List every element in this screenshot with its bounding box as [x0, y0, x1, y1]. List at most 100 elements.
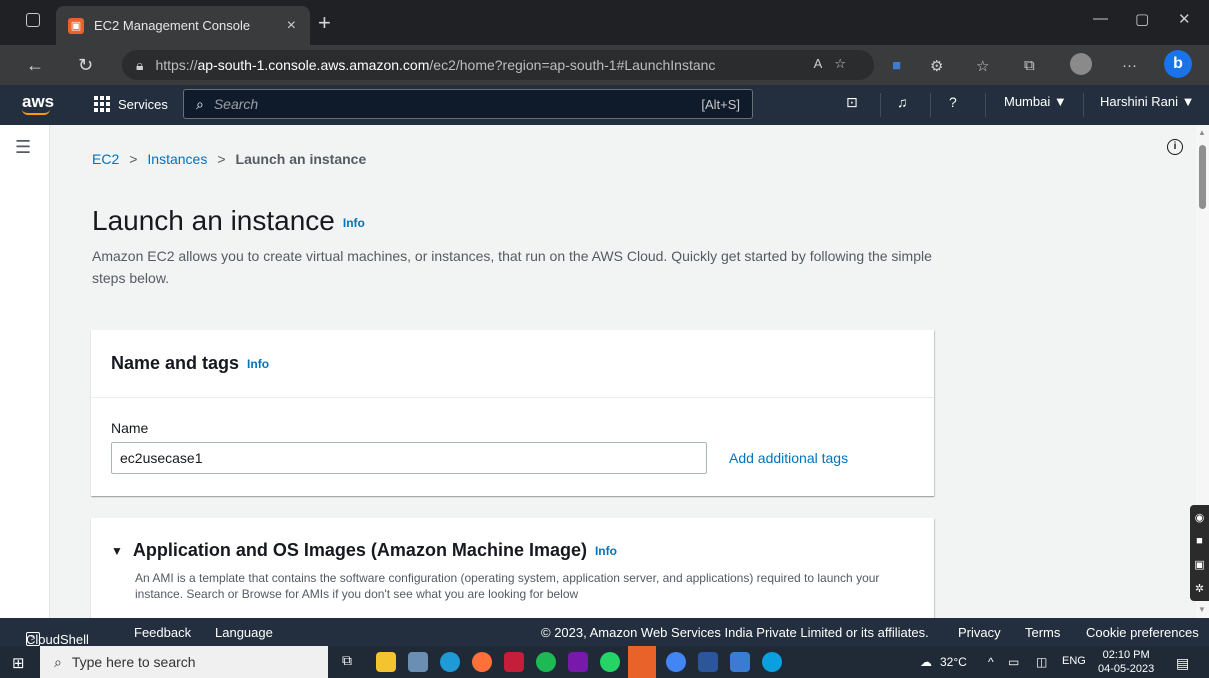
name-input[interactable] — [111, 442, 707, 474]
url-input[interactable]: 🔒︎ https://ap-south-1.console.aws.amazon… — [122, 50, 874, 80]
spotify-icon[interactable] — [536, 652, 556, 672]
caret-down-icon: ▼ — [111, 543, 123, 558]
file-explorer-icon[interactable] — [376, 652, 396, 672]
more-icon[interactable]: ··· — [1122, 57, 1137, 74]
network-app-icon[interactable] — [730, 652, 750, 672]
video-icon[interactable]: ■ — [1196, 535, 1203, 547]
maximize-icon[interactable]: ▢ — [1135, 10, 1149, 28]
ami-info-link[interactable]: Info — [595, 544, 617, 558]
add-additional-tags-link[interactable]: Add additional tags — [729, 450, 848, 466]
name-and-tags-panel: Name and tags Info Name Add additional t… — [91, 330, 934, 496]
aws-search-input[interactable]: ⌕ Search [Alt+S] — [183, 89, 753, 119]
taskbar-clock[interactable]: 02:10 PM 04-05-2023 — [1098, 648, 1154, 676]
temperature-text[interactable]: 32°C — [940, 655, 967, 669]
name-field-label: Name — [111, 420, 149, 436]
notifications-icon[interactable]: ▤ — [1176, 655, 1189, 672]
bing-icon[interactable]: b — [1164, 50, 1192, 78]
search-icon: ⌕ — [196, 95, 204, 112]
extension-icon[interactable]: ■ — [892, 57, 901, 74]
ami-title: Application and OS Images (Amazon Machin… — [132, 540, 587, 560]
privacy-link[interactable]: Privacy — [958, 625, 1001, 640]
new-tab-icon[interactable]: + — [318, 10, 331, 36]
collections-icon[interactable]: ⧉ — [1024, 57, 1035, 74]
help-icon[interactable]: ? — [949, 94, 957, 110]
page-description: Amazon EC2 allows you to create virtual … — [92, 248, 932, 286]
breadcrumb-ec2[interactable]: EC2 — [92, 151, 119, 167]
breadcrumb-instances[interactable]: Instances — [147, 151, 207, 167]
search-shortcut: [Alt+S] — [701, 96, 740, 112]
tab-actions-icon[interactable] — [26, 13, 40, 27]
user-menu[interactable]: Harshini Rani ▼ — [1100, 94, 1195, 109]
scroll-up-icon[interactable]: ▲ — [1198, 128, 1206, 137]
profile-avatar[interactable] — [1070, 53, 1092, 75]
side-navigation: ☰ — [0, 125, 50, 618]
extensions-puzzle-icon[interactable]: ⚙ — [930, 57, 943, 75]
scroll-thumb[interactable] — [1199, 145, 1206, 209]
help-app-icon[interactable] — [762, 652, 782, 672]
name-and-tags-title: Name and tags — [111, 353, 240, 373]
settings-gear-icon[interactable]: ✲ — [1195, 582, 1204, 595]
windows-start-icon[interactable]: ⊞ — [12, 654, 25, 672]
read-aloud-icon[interactable]: A☆ — [814, 56, 858, 72]
search-icon: ⌕ — [54, 653, 62, 670]
breadcrumb-current: Launch an instance — [235, 151, 367, 167]
quick-access-icon[interactable] — [628, 646, 656, 678]
name-tags-info-link[interactable]: Info — [247, 357, 269, 371]
onenote-icon[interactable] — [568, 652, 588, 672]
taskbar-search-placeholder: Type here to search — [71, 654, 196, 670]
wps-icon[interactable] — [504, 652, 524, 672]
language-indicator[interactable]: ENG — [1062, 655, 1086, 667]
browser-tab-bar: ▣ EC2 Management Console × + — ▢ ✕ — [0, 0, 1209, 45]
aws-favicon-icon: ▣ — [68, 17, 84, 34]
search-placeholder: Search — [213, 96, 259, 112]
breadcrumb-chevron-icon: > — [217, 151, 226, 167]
network-icon[interactable]: ◫ — [1036, 655, 1047, 669]
app-icon[interactable] — [408, 652, 428, 672]
hamburger-menu-icon[interactable]: ☰ — [15, 137, 31, 158]
breadcrumb: EC2 > Instances > Launch an instance — [92, 151, 366, 167]
page-info-link[interactable]: Info — [343, 216, 365, 230]
page-title: Launch an instance Info — [92, 205, 365, 236]
language-link[interactable]: Language — [215, 625, 273, 640]
lock-icon: 🔒︎ — [136, 56, 144, 73]
ami-panel-toggle[interactable]: ▼ Application and OS Images (Amazon Mach… — [111, 540, 617, 561]
tab-close-icon[interactable]: × — [287, 17, 296, 35]
tab-title: EC2 Management Console — [94, 18, 251, 33]
edge-icon[interactable] — [440, 652, 460, 672]
cloudshell-icon[interactable]: ⊡ — [846, 94, 858, 111]
battery-icon[interactable]: ▭ — [1008, 655, 1019, 669]
taskbar-search-input[interactable]: ⌕ Type here to search — [40, 646, 328, 678]
firefox-icon[interactable] — [472, 652, 492, 672]
info-panel-icon[interactable]: i — [1167, 139, 1183, 155]
console-footer: > CloudShell Feedback Language © 2023, Am… — [0, 618, 1209, 647]
region-selector[interactable]: Mumbai ▼ — [1004, 94, 1067, 109]
minimize-icon[interactable]: — — [1093, 10, 1108, 27]
scroll-down-icon[interactable]: ▼ — [1198, 605, 1206, 614]
browser-tab[interactable]: ▣ EC2 Management Console × — [56, 6, 310, 45]
camera-icon[interactable]: ◉ — [1195, 511, 1205, 524]
ami-description: An AMI is a template that contains the s… — [135, 571, 880, 601]
aws-logo[interactable]: aws — [22, 92, 54, 115]
image-icon[interactable]: ▣ — [1194, 558, 1204, 571]
feedback-link[interactable]: Feedback — [134, 625, 191, 640]
tray-chevron-icon[interactable]: ^ — [988, 655, 994, 669]
cookie-preferences-link[interactable]: Cookie preferences — [1086, 625, 1199, 640]
chrome-icon[interactable] — [666, 652, 686, 672]
back-icon[interactable]: ← — [26, 55, 44, 76]
services-button[interactable]: Services — [94, 96, 168, 112]
ami-panel: ▼ Application and OS Images (Amazon Mach… — [91, 518, 934, 618]
grid-icon — [94, 96, 110, 112]
windows-taskbar: ⊞ ⌕ Type here to search ⧉ ☁ 32°C ^ ▭ ◫ E… — [0, 646, 1209, 678]
side-tools-panel: ◉ ■ ▣ ✲ — [1190, 505, 1209, 601]
close-window-icon[interactable]: ✕ — [1178, 10, 1191, 28]
favorites-icon[interactable]: ☆ — [976, 57, 989, 75]
copyright-text: © 2023, Amazon Web Services India Privat… — [541, 625, 929, 640]
task-view-icon[interactable]: ⧉ — [342, 652, 362, 672]
word-icon[interactable] — [698, 652, 718, 672]
refresh-icon[interactable]: ↻ — [78, 55, 93, 76]
notifications-bell-icon[interactable]: ♫ — [897, 94, 908, 110]
whatsapp-icon[interactable] — [600, 652, 620, 672]
weather-icon[interactable]: ☁ — [920, 655, 932, 669]
terms-link[interactable]: Terms — [1025, 625, 1060, 640]
breadcrumb-chevron-icon: > — [129, 151, 138, 167]
